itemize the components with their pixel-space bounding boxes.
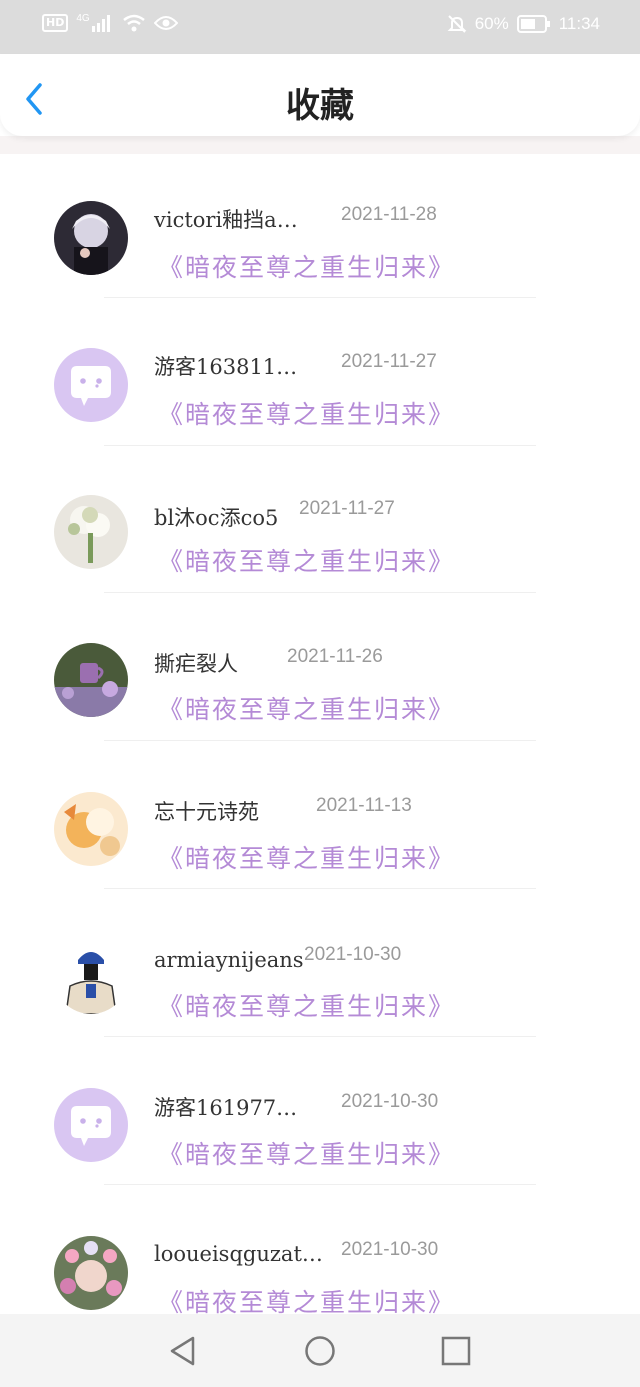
username: looueisqguzat… <box>154 1242 323 1266</box>
username: 游客161977… <box>154 1096 298 1120</box>
triangle-back-icon <box>170 1336 195 1366</box>
collect-date: 2021-11-27 <box>299 498 395 519</box>
user-avatar[interactable] <box>54 348 128 422</box>
cartoon-person-avatar-icon <box>54 940 128 1014</box>
header-separator <box>0 136 640 154</box>
list-item[interactable]: 撕疟裂人 2021-11-26 《暗夜至尊之重生归来》 <box>0 598 640 746</box>
collect-date: 2021-11-13 <box>316 795 412 816</box>
clock: 11:34 <box>558 14 600 33</box>
collect-date: 2021-10-30 <box>304 944 402 965</box>
anime-boy-avatar-icon <box>54 201 128 275</box>
app-header: 收藏 <box>0 54 640 136</box>
book-title-link[interactable]: 《暗夜至尊之重生归来》 <box>158 987 455 1023</box>
collect-date: 2021-11-26 <box>287 646 383 667</box>
nav-back-button[interactable] <box>166 1334 200 1368</box>
book-title-link[interactable]: 《暗夜至尊之重生归来》 <box>158 1135 455 1171</box>
username: victori釉挡a… <box>154 208 298 232</box>
divider <box>104 1036 536 1037</box>
system-nav-bar <box>0 1314 640 1387</box>
book-title-link[interactable]: 《暗夜至尊之重生归来》 <box>158 839 455 875</box>
flower-bouquet-avatar-icon <box>54 495 128 569</box>
username: 游客163811… <box>154 355 298 379</box>
username: armiaynijeans <box>154 948 304 972</box>
divider <box>104 445 536 446</box>
user-avatar[interactable] <box>54 1236 128 1310</box>
chat-bubble-avatar-icon <box>71 1106 111 1146</box>
user-avatar[interactable] <box>54 792 128 866</box>
nav-home-button[interactable] <box>303 1334 337 1368</box>
list-item[interactable]: 游客161977… 2021-10-30 《暗夜至尊之重生归来》 <box>0 1042 640 1190</box>
username: bl沐oc添co5 <box>154 506 279 530</box>
mute-bell-icon <box>447 15 467 33</box>
book-title-link[interactable]: 《暗夜至尊之重生归来》 <box>158 542 455 578</box>
list-item[interactable]: victori釉挡a… 2021-11-28 《暗夜至尊之重生归来》 <box>0 154 640 302</box>
username: 忘十元诗苑 <box>154 800 259 824</box>
collect-date: 2021-10-30 <box>341 1239 439 1260</box>
signal-icon <box>91 15 110 32</box>
user-avatar[interactable] <box>54 201 128 275</box>
user-avatar[interactable] <box>54 1088 128 1162</box>
list-item[interactable]: 忘十元诗苑 2021-11-13 《暗夜至尊之重生归来》 <box>0 746 640 894</box>
flower-girl-avatar-icon <box>54 1236 128 1310</box>
eye-icon <box>153 16 178 30</box>
battery-percent: 60% <box>474 14 509 33</box>
divider <box>104 1184 536 1185</box>
divider <box>104 592 536 593</box>
list-item[interactable]: bl沐oc添co5 2021-11-27 《暗夜至尊之重生归来》 <box>0 450 640 598</box>
list-item[interactable]: armiaynijeans 2021-10-30 《暗夜至尊之重生归来》 <box>0 894 640 1042</box>
purple-cup-avatar-icon <box>54 643 128 717</box>
user-avatar[interactable] <box>54 495 128 569</box>
hd-icon: HD <box>42 14 69 32</box>
divider <box>104 888 536 889</box>
username: 撕疟裂人 <box>154 652 238 676</box>
book-title-link[interactable]: 《暗夜至尊之重生归来》 <box>158 690 455 726</box>
collect-date: 2021-11-28 <box>341 204 437 225</box>
divider <box>104 297 536 298</box>
nav-recents-button[interactable] <box>439 1334 473 1368</box>
wifi-icon <box>122 14 145 32</box>
book-title-link[interactable]: 《暗夜至尊之重生归来》 <box>158 395 455 431</box>
circle-home-icon <box>305 1336 335 1366</box>
book-title-link[interactable]: 《暗夜至尊之重生归来》 <box>158 248 455 284</box>
collect-date: 2021-10-30 <box>341 1091 439 1112</box>
list-item[interactable]: 游客163811… 2021-11-27 《暗夜至尊之重生归来》 <box>0 302 640 450</box>
chat-bubble-avatar-icon <box>71 366 111 406</box>
collect-date: 2021-11-27 <box>341 351 437 372</box>
divider <box>104 740 536 741</box>
status-bar: HD 4G 60% 11:34 <box>0 0 640 54</box>
page-title: 收藏 <box>286 86 354 126</box>
network-type: 4G <box>76 12 90 24</box>
square-recents-icon <box>441 1336 471 1366</box>
battery-icon <box>516 15 550 33</box>
anime-fox-avatar-icon <box>54 792 128 866</box>
user-avatar[interactable] <box>54 940 128 1014</box>
user-avatar[interactable] <box>54 643 128 717</box>
